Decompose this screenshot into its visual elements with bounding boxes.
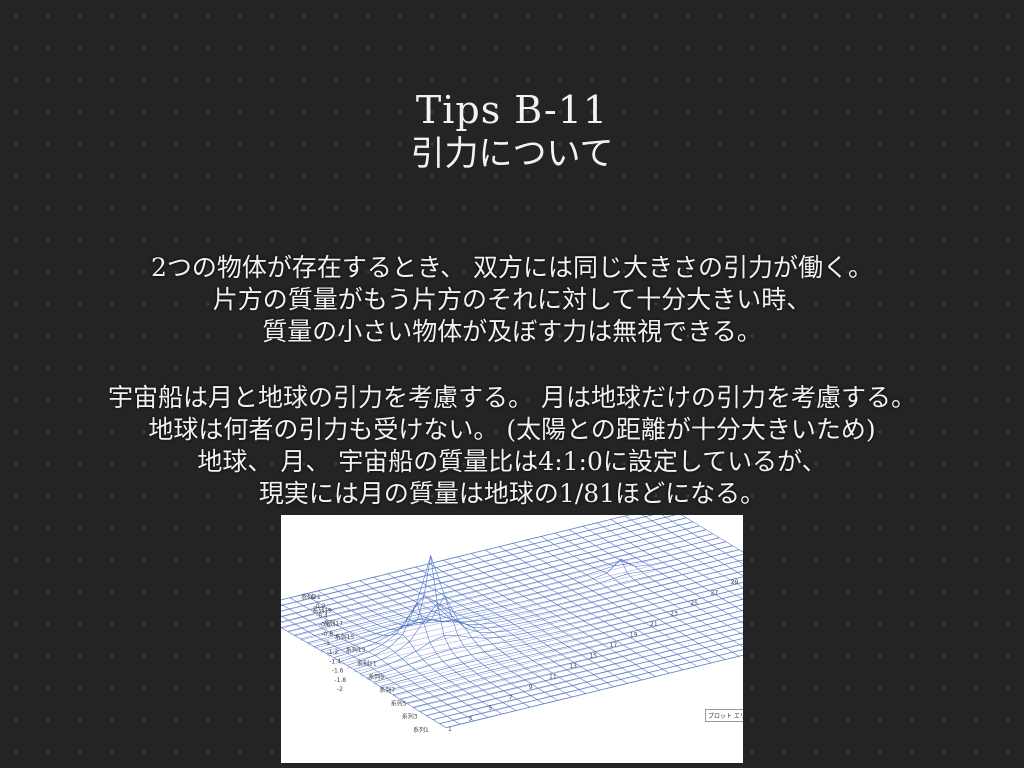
floor-grid-line [281, 515, 677, 612]
x-tick-label: 3 [468, 716, 472, 723]
series-tick-label: 系列3 [402, 713, 418, 721]
x-tick-label: 29 [731, 579, 739, 586]
plot-area-label[interactable]: プロット エリア [705, 709, 743, 722]
slide-subtitle: 引力について [410, 134, 614, 174]
body-line: 片方の質量がもう片方のそれに対して十分大きい時、 [212, 285, 812, 314]
x-tick-label: 7 [509, 695, 513, 702]
x-tick-label: 25 [690, 600, 698, 607]
series-tick-label: 系列1 [413, 726, 429, 734]
x-tick-label: 23 [670, 611, 678, 618]
surface-line [281, 627, 447, 728]
series-tick-label: 系列7 [379, 686, 395, 694]
body-line: 宇宙船は月と地球の引力を考慮する。 月は地球だけの引力を考慮する。 [108, 383, 916, 412]
body-line: 地球、 月、 宇宙船の質量比は4:1:0に設定しているが、 [197, 447, 827, 476]
x-tick-label: 15 [589, 653, 597, 660]
slide-body: 2つの物体が存在するとき、 双方には同じ大きさの引力が働く。 片方の質量がもう片… [0, 252, 1024, 510]
surface-line [281, 515, 630, 601]
x-tick-label: 21 [650, 621, 658, 628]
slide-title: Tips B-11 [415, 88, 609, 132]
z-tick-label: -1.8 [334, 677, 346, 684]
x-tick-label: 5 [488, 705, 492, 712]
series-tick-label: 系列21 [301, 593, 321, 601]
z-tick-label: -1.4 [329, 658, 341, 665]
z-tick-label: -2 [337, 686, 343, 693]
body-line: 2つの物体が存在するとき、 双方には同じ大きさの引力が働く。 [150, 253, 874, 282]
x-tick-label: 17 [610, 642, 618, 649]
series-tick-label: 系列13 [346, 646, 366, 654]
x-tick-label: 1 [448, 726, 452, 733]
slide-heading: Tips B-11 引力について [0, 88, 1024, 176]
floor-grid-line [281, 525, 700, 629]
floor-grid-line [366, 587, 743, 681]
series-tick-label: 系列19 [312, 606, 332, 614]
surface-chart-svg: 0-0.2-0.4-0.6-0.8-1-1.2-1.4-1.6-1.8-2 系列… [281, 515, 743, 734]
surface-line [445, 654, 743, 728]
body-line: 質量の小さい物体が及ぼす力は無視できる。 [262, 317, 762, 346]
body-line: 地球は何者の引力も受けない。 (太陽との距離が十分大きいため) [148, 415, 876, 444]
x-tick-label: 9 [529, 684, 533, 691]
series-tick-label: 系列17 [323, 620, 343, 628]
z-tick-label: -1.2 [327, 649, 339, 656]
x-tick-label: 11 [549, 674, 557, 681]
series-tick-label: 系列9 [368, 673, 384, 681]
surface-line [426, 638, 743, 716]
series-tick-label: 系列5 [391, 699, 407, 707]
z-tick-label: -0.8 [321, 631, 333, 638]
series-tick-label: 系列15 [335, 633, 355, 641]
floor-grid-line [281, 515, 631, 601]
z-tick-label: -1 [324, 640, 330, 647]
series-tick-label: 系列11 [357, 660, 377, 668]
body-line: 現実には月の質量は地球の1/81ほどになる。 [258, 479, 766, 508]
floor-grid-line [287, 529, 707, 633]
x-tick-label: 27 [711, 590, 719, 597]
gravity-surface-chart: 0 -0.2 -0.4 -0.6 -0.8 -1 -1.2 -1.4 -1.6 -1.8 -2 系列… [281, 515, 743, 763]
x-tick-label: 19 [630, 632, 638, 639]
z-tick-label: -1.6 [332, 668, 344, 675]
x-tick-label: 13 [569, 663, 577, 670]
